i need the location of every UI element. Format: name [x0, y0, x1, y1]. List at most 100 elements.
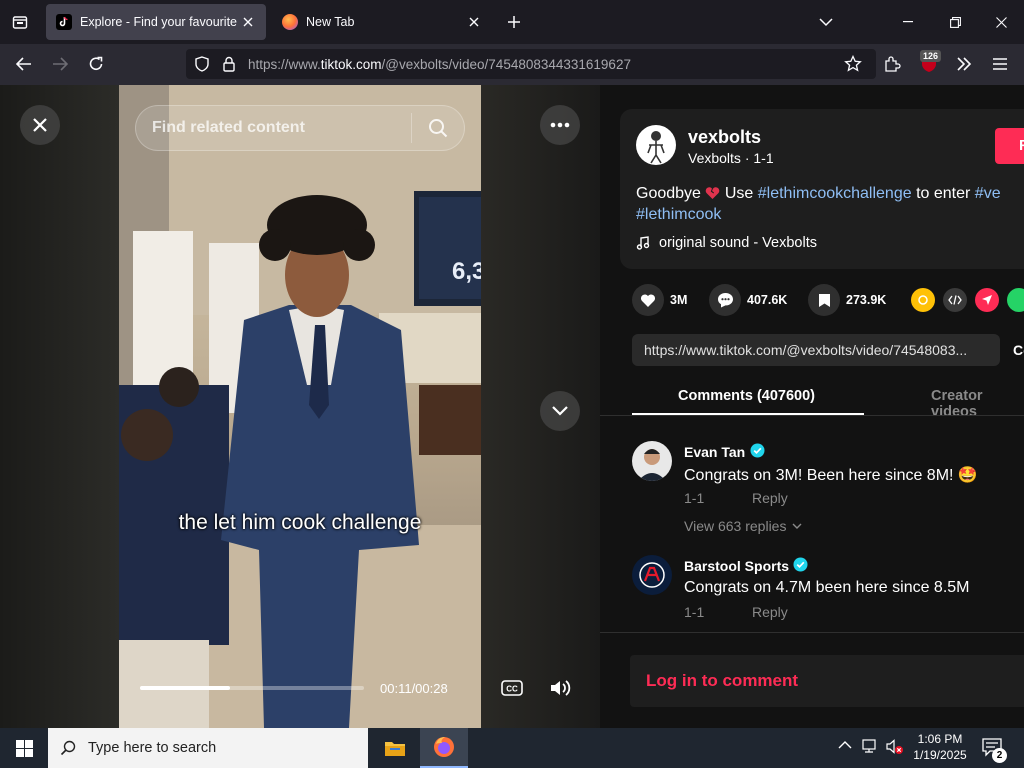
close-video-button[interactable]: [20, 105, 60, 145]
star-icon: [844, 55, 862, 72]
notification-count-badge: 2: [992, 748, 1007, 763]
copy-link-field[interactable]: https://www.tiktok.com/@vexbolts/video/7…: [632, 334, 1000, 366]
reply-button[interactable]: Reply: [752, 604, 788, 620]
bookmark-star-button[interactable]: [841, 52, 865, 76]
extension-badge: 126: [920, 50, 942, 62]
post-description: Goodbye Use #lethimcookchallenge to ente…: [636, 183, 1024, 225]
video-player[interactable]: 6,3: [119, 85, 481, 728]
comment-bubble-icon: [717, 293, 733, 308]
captions-button[interactable]: CC: [492, 673, 532, 703]
favorite-button[interactable]: [808, 284, 840, 316]
more-options-button[interactable]: [540, 105, 580, 145]
avatar[interactable]: [636, 125, 676, 165]
video-timecode: 00:11/00:28: [380, 681, 448, 696]
hashtag-link[interactable]: #lethimcook: [636, 206, 721, 223]
folder-icon: [385, 742, 405, 756]
follow-button[interactable]: F: [995, 128, 1024, 164]
back-button[interactable]: [12, 52, 36, 76]
view-replies-button[interactable]: View 663 replies: [684, 518, 802, 534]
search-icon: [60, 740, 76, 756]
comment-button[interactable]: [709, 284, 741, 316]
reply-button[interactable]: Reply: [752, 490, 788, 506]
sound-link[interactable]: original sound - Vexbolts: [636, 235, 817, 251]
file-explorer-button[interactable]: [371, 728, 419, 768]
start-button[interactable]: [0, 728, 48, 768]
clock-date: 1/19/2025: [913, 748, 967, 762]
volume-muted-icon[interactable]: [886, 739, 904, 755]
copy-link-button[interactable]: Co: [1013, 342, 1024, 358]
close-icon: [995, 16, 1007, 28]
comment-count: 407.6K: [747, 293, 788, 307]
url-text[interactable]: https://www.tiktok.com/@vexbolts/video/7…: [248, 57, 631, 72]
tab-tiktok[interactable]: Explore - Find your favourite vid: [46, 4, 266, 40]
hashtag-link[interactable]: #lethimcookchallenge: [758, 185, 912, 202]
sound-name: original sound - Vexbolts: [659, 235, 817, 251]
minimize-button[interactable]: [896, 12, 920, 32]
search-icon[interactable]: [412, 118, 464, 138]
avatar[interactable]: [632, 555, 672, 595]
embed-code-icon[interactable]: [943, 288, 967, 312]
taskbar-search-box[interactable]: Type here to search: [48, 728, 368, 768]
address-bar[interactable]: https://www.tiktok.com/@vexbolts/video/7…: [186, 49, 876, 79]
ellipsis-icon: [550, 122, 570, 128]
double-chevron-right-icon: [957, 57, 972, 71]
speaker-icon: [551, 680, 571, 696]
firefox-taskbar-button[interactable]: [420, 728, 468, 768]
next-video-button[interactable]: [540, 391, 580, 431]
new-tab-button[interactable]: [504, 12, 524, 32]
taskbar-search-placeholder: Type here to search: [88, 740, 217, 756]
tabs-divider: [600, 415, 1024, 416]
login-to-comment-button[interactable]: Log in to comment: [630, 655, 1024, 707]
repost-icon[interactable]: [911, 288, 935, 312]
extensions-button[interactable]: [880, 52, 904, 76]
avatar[interactable]: [632, 441, 672, 481]
hashtag-link[interactable]: #ve: [975, 185, 1001, 202]
forward-button[interactable]: [48, 52, 72, 76]
url-path: /@vexbolts/video/7454808344331619627: [381, 56, 631, 72]
tab-comments[interactable]: Comments (407600): [678, 388, 815, 404]
firefox-view-icon[interactable]: [8, 10, 32, 34]
tracking-protection-shield-icon[interactable]: [194, 56, 210, 72]
video-progress-bar[interactable]: [140, 686, 364, 690]
lock-icon[interactable]: [222, 56, 236, 72]
search-input[interactable]: Find related content: [136, 119, 411, 137]
reload-button[interactable]: [84, 52, 108, 76]
browser-navigation-bar: https://www.tiktok.com/@vexbolts/video/7…: [0, 44, 1024, 85]
tab-new-tab[interactable]: New Tab: [272, 4, 492, 40]
volume-button[interactable]: [540, 673, 580, 703]
close-tab-icon[interactable]: [240, 14, 256, 30]
tiktok-page: 6,3 Find related content the let him coo…: [0, 85, 1024, 728]
chevron-down-icon: [552, 406, 568, 416]
related-search-bar[interactable]: Find related content: [135, 105, 465, 151]
comment-author[interactable]: Evan Tan: [684, 444, 745, 460]
hamburger-icon: [993, 58, 1007, 70]
firefox-favicon-icon: [282, 14, 298, 30]
like-button[interactable]: [632, 284, 664, 316]
music-note-icon: [636, 236, 650, 250]
restore-button[interactable]: [943, 12, 967, 32]
captions-label: CC: [506, 685, 518, 694]
desc-text: to enter: [916, 185, 971, 202]
system-clock[interactable]: 1:06 PM 1/19/2025: [908, 731, 972, 763]
chevron-down-icon: [792, 523, 802, 529]
share-link-text: https://www.tiktok.com/@vexbolts/video/7…: [644, 342, 968, 358]
tiktok-favicon-icon: [56, 14, 72, 30]
more-tools-button[interactable]: [952, 52, 976, 76]
list-all-tabs-button[interactable]: [816, 12, 836, 32]
show-hidden-icons-button[interactable]: [838, 740, 852, 750]
send-to-friends-icon[interactable]: [975, 288, 999, 312]
plus-icon: [508, 16, 520, 28]
closed-captions-icon: CC: [501, 680, 523, 696]
comment-author[interactable]: Barstool Sports: [684, 558, 789, 574]
menu-button[interactable]: [988, 52, 1012, 76]
tab-title: Explore - Find your favourite vid: [80, 15, 240, 29]
close-window-button[interactable]: [989, 12, 1013, 32]
close-tab-icon[interactable]: [466, 14, 482, 30]
browser-tab-bar: Explore - Find your favourite vid New Ta…: [0, 0, 1024, 44]
network-icon[interactable]: [862, 739, 880, 755]
bookmark-icon: [818, 293, 830, 307]
favorite-count: 273.9K: [846, 293, 887, 307]
whatsapp-share-icon[interactable]: [1007, 288, 1024, 312]
post-username[interactable]: vexbolts: [688, 127, 761, 148]
arrow-right-icon: [53, 57, 68, 71]
